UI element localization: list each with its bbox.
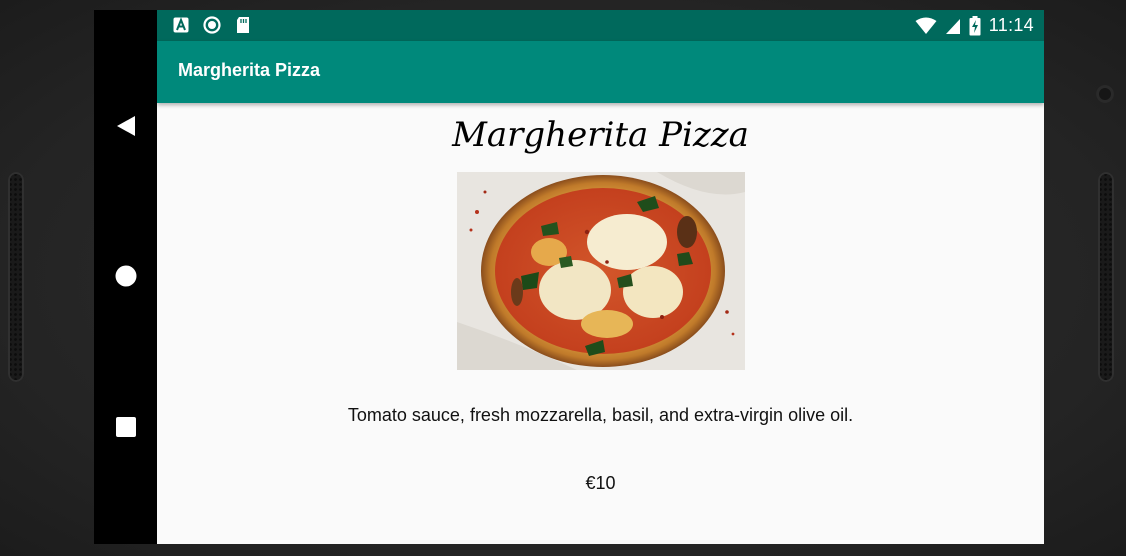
- status-bar: 11:14: [157, 10, 1044, 41]
- wifi-icon: [915, 17, 937, 34]
- app-screen: 11:14 Margherita Pizza Margherita Pizza: [157, 10, 1044, 544]
- front-camera: [1096, 85, 1114, 103]
- recents-square-icon: [115, 417, 136, 437]
- device-frame: 11:14 Margherita Pizza Margherita Pizza: [0, 0, 1126, 556]
- cell-signal-icon: [945, 18, 960, 34]
- pizza-heading: Margherita Pizza: [452, 115, 749, 155]
- app-toolbar: Margherita Pizza: [157, 41, 1044, 103]
- pizza-illustration: [457, 172, 745, 370]
- clock: 11:14: [988, 15, 1034, 35]
- home-circle-icon: [115, 265, 136, 287]
- system-navigation-bar: [94, 10, 157, 544]
- recents-button[interactable]: [94, 402, 157, 452]
- speaker-grille-right: [1098, 172, 1114, 382]
- toolbar-title: Margherita Pizza: [178, 60, 321, 80]
- back-triangle-icon: [116, 116, 135, 136]
- pizza-price: €10: [585, 473, 616, 493]
- sync-circle-icon: [203, 16, 221, 34]
- speaker-grille-left: [8, 172, 24, 382]
- home-button[interactable]: [94, 251, 157, 301]
- notification-icons: [173, 16, 251, 34]
- system-status-icons: 11:14: [915, 15, 1034, 36]
- a-badge-icon: [173, 17, 189, 33]
- sd-card-icon: [237, 17, 249, 33]
- pizza-photo: [457, 172, 745, 370]
- battery-charging-icon: [969, 15, 981, 35]
- back-button[interactable]: [94, 101, 157, 151]
- pizza-description: Tomato sauce, fresh mozzarella, basil, a…: [347, 405, 854, 425]
